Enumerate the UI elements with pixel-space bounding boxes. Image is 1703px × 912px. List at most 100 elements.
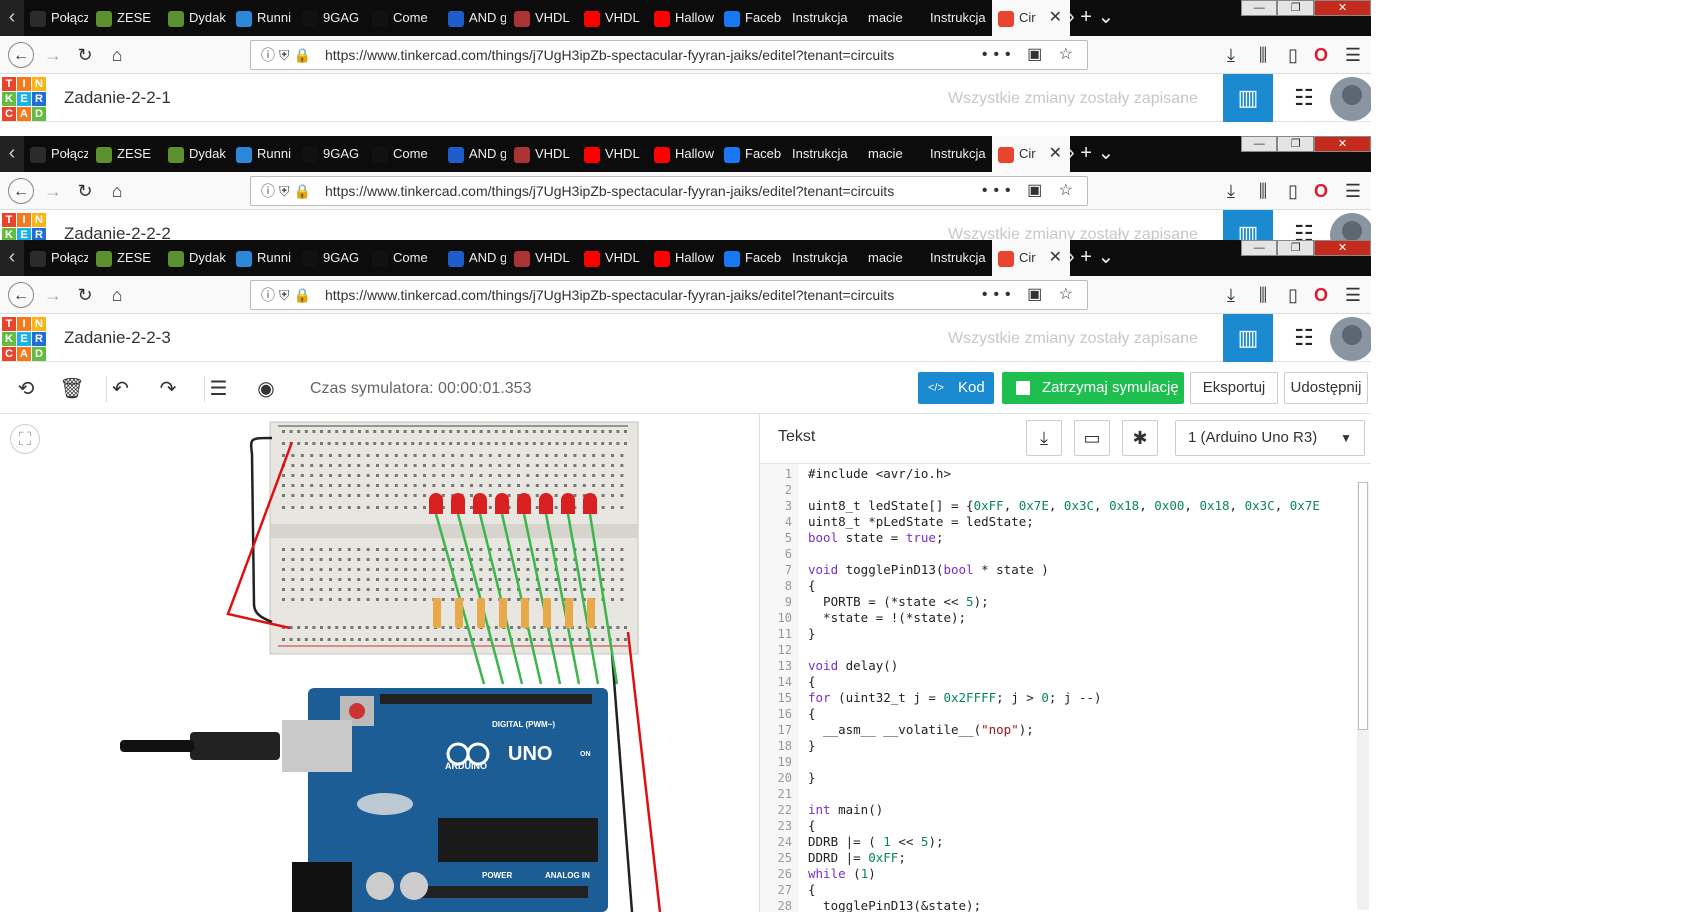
forward-icon[interactable]: →: [40, 178, 66, 204]
browser-tab[interactable]: Instrukcja: [924, 0, 990, 36]
minimize-icon[interactable]: —: [1241, 0, 1278, 16]
reload-icon[interactable]: ↻: [72, 178, 98, 204]
resistor[interactable]: [521, 598, 529, 628]
led[interactable]: [517, 493, 531, 514]
code-line[interactable]: 4 uint8_t *pLedState = ledState;: [760, 514, 1360, 530]
chevron-down-icon[interactable]: ⌄: [1097, 6, 1114, 28]
code-line[interactable]: 1 #include <avr/io.h>: [760, 466, 1360, 482]
close-window-icon[interactable]: ✕: [1313, 240, 1371, 256]
device-select[interactable]: 1 (Arduino Uno R3) ▼: [1175, 420, 1365, 456]
tinkercad-logo[interactable]: TINKERCAD: [2, 213, 46, 240]
code-line[interactable]: 11}: [760, 626, 1360, 642]
tab-scroll-right-icon[interactable]: ›: [1068, 142, 1080, 164]
avatar[interactable]: [1330, 77, 1371, 121]
restore-icon[interactable]: ❐: [1277, 0, 1314, 16]
circuit-canvas[interactable]: ⛶ DIGITAL (PWM~) ARDUINO UNO ON POWER ANALOG I…: [0, 414, 760, 912]
power-header[interactable]: [420, 886, 588, 898]
browser-tab[interactable]: VHDL: [508, 240, 576, 276]
browser-tab[interactable]: Połącz: [24, 0, 88, 36]
notes-icon[interactable]: ☰: [204, 376, 232, 402]
browser-tab[interactable]: Dydak: [162, 0, 228, 36]
page-actions-icon[interactable]: ••• ▣ ☆: [982, 41, 1079, 69]
tab-scroll-right-icon[interactable]: ›: [1068, 246, 1080, 268]
restore-icon[interactable]: ❐: [1277, 136, 1314, 152]
code-mode-label[interactable]: Tekst: [778, 428, 815, 446]
forward-icon[interactable]: →: [40, 42, 66, 68]
crystal[interactable]: [357, 793, 413, 815]
chevron-down-icon[interactable]: ⌄: [1097, 246, 1114, 268]
code-line[interactable]: 3 uint8_t ledState[] = {0xFF, 0x7E, 0x3C,…: [760, 498, 1360, 514]
code-line[interactable]: 18}: [760, 738, 1360, 754]
export-button[interactable]: Eksportuj: [1190, 372, 1278, 404]
power-jack[interactable]: [292, 862, 352, 912]
home-icon[interactable]: ⌂: [104, 282, 130, 308]
close-tab-icon[interactable]: ✕: [1049, 136, 1062, 172]
opera-icon[interactable]: O: [1308, 282, 1334, 308]
code-line[interactable]: 10 *state = !(*state);: [760, 610, 1360, 626]
browser-tab[interactable]: macie: [862, 240, 922, 276]
resistor[interactable]: [455, 598, 463, 628]
browser-tab[interactable]: VHDL: [578, 240, 646, 276]
code-line[interactable]: 25 DDRD |= 0xFF;: [760, 850, 1360, 866]
capacitor[interactable]: [400, 872, 428, 900]
resistor[interactable]: [477, 598, 485, 628]
avatar[interactable]: [1330, 213, 1371, 240]
close-tab-icon[interactable]: ✕: [1049, 0, 1062, 36]
url-bar[interactable]: ⓘ⛨🔒 https://www.tinkercad.com/things/j7Ug…: [250, 176, 1088, 206]
led[interactable]: [561, 493, 575, 514]
opera-icon[interactable]: O: [1308, 178, 1334, 204]
restore-icon[interactable]: ❐: [1277, 240, 1314, 256]
browser-tab[interactable]: AND g: [442, 0, 506, 36]
delete-icon[interactable]: 🗑: [58, 376, 86, 402]
code-line[interactable]: 9 PORTB = (*state << 5);: [760, 594, 1360, 610]
browser-tab[interactable]: 9GAG: [296, 0, 364, 36]
download-icon[interactable]: ⤓: [1218, 178, 1244, 204]
rotate-icon[interactable]: ⟲: [12, 376, 40, 402]
browser-tab[interactable]: Hallow: [648, 0, 716, 36]
browser-tab[interactable]: ZESE: [90, 0, 160, 36]
tab-scroll-right-icon[interactable]: ›: [1068, 6, 1080, 28]
page-actions-icon[interactable]: ••• ▣ ☆: [982, 177, 1079, 205]
site-info-icon[interactable]: ⓘ⛨🔒: [261, 281, 315, 309]
redo-icon[interactable]: ↷: [154, 376, 182, 402]
browser-tab[interactable]: Come: [366, 240, 440, 276]
browser-tab[interactable]: Instrukcja: [786, 136, 860, 172]
tinkercad-logo[interactable]: TINKERCAD: [2, 317, 46, 361]
new-tab-icon[interactable]: +: [1080, 246, 1097, 268]
led[interactable]: [495, 493, 509, 514]
browser-tab[interactable]: Hallow: [648, 136, 716, 172]
tab-scroll-left-icon[interactable]: ‹: [0, 240, 24, 276]
code-line[interactable]: 16 {: [760, 706, 1360, 722]
tab-scroll-left-icon[interactable]: ‹: [0, 0, 24, 36]
code-line[interactable]: 8{: [760, 578, 1360, 594]
browser-tab[interactable]: Hallow: [648, 240, 716, 276]
menu-icon[interactable]: ☰: [1340, 178, 1366, 204]
reload-icon[interactable]: ↻: [72, 282, 98, 308]
browser-tab[interactable]: macie: [862, 136, 922, 172]
browser-tab[interactable]: Faceb: [718, 0, 784, 36]
capacitor[interactable]: [366, 872, 394, 900]
home-icon[interactable]: ⌂: [104, 42, 130, 68]
browser-tab[interactable]: Połącz: [24, 136, 88, 172]
tab-scroll-left-icon[interactable]: ‹: [0, 136, 24, 172]
resistor[interactable]: [587, 598, 595, 628]
browser-tab[interactable]: Cir ✕: [992, 0, 1070, 36]
new-tab-icon[interactable]: +: [1080, 142, 1097, 164]
browser-tab[interactable]: Runni: [230, 136, 294, 172]
led[interactable]: [473, 493, 487, 514]
browser-tab[interactable]: AND g: [442, 240, 506, 276]
code-line[interactable]: 21: [760, 786, 1360, 802]
avatar[interactable]: [1330, 317, 1371, 361]
code-line[interactable]: 15 for (uint32_t j = 0x2FFFF; j > 0; j --…: [760, 690, 1360, 706]
resistor[interactable]: [499, 598, 507, 628]
browser-tab[interactable]: Dydak: [162, 240, 228, 276]
project-title[interactable]: Zadanie-2-2-1: [64, 88, 171, 108]
led[interactable]: [451, 493, 465, 514]
project-title[interactable]: Zadanie-2-2-2: [64, 224, 171, 240]
browser-tab[interactable]: Instrukcja: [786, 0, 860, 36]
library-icon[interactable]: ⫼: [1250, 42, 1276, 68]
download-icon[interactable]: ⤓: [1218, 42, 1244, 68]
circuit-view-icon[interactable]: ▥: [1223, 74, 1273, 122]
browser-tab[interactable]: Instrukcja: [786, 240, 860, 276]
sidebar-icon[interactable]: ▯: [1280, 282, 1306, 308]
